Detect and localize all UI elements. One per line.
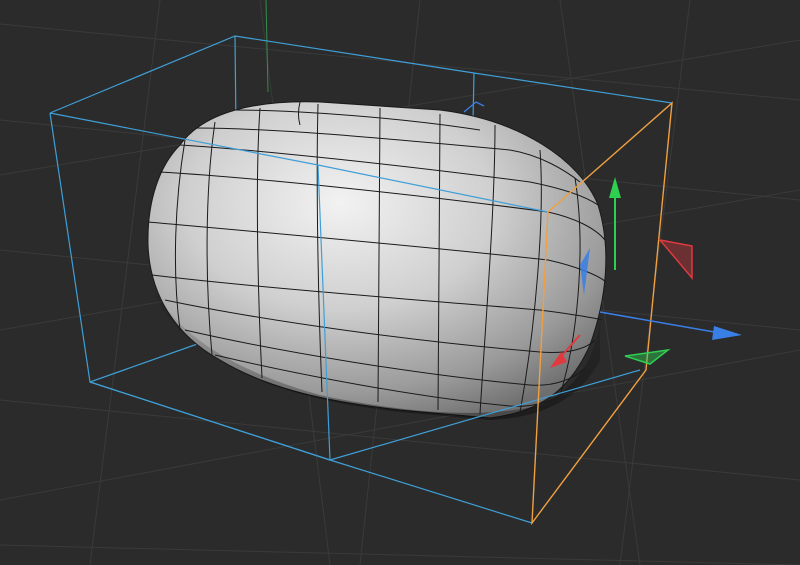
mesh-surface: [147, 101, 607, 419]
y-axis-arrow-icon[interactable]: [609, 177, 621, 198]
mesh-object[interactable]: [147, 101, 607, 420]
3d-viewport[interactable]: [0, 0, 800, 565]
top-z-mark-icon: [463, 101, 485, 113]
z-axis-arrow-icon[interactable]: [712, 326, 742, 340]
world-y-axis: [265, 0, 269, 93]
xy-plane-handle-icon[interactable]: [658, 238, 693, 281]
z-axis-handle-line[interactable]: [599, 311, 721, 334]
